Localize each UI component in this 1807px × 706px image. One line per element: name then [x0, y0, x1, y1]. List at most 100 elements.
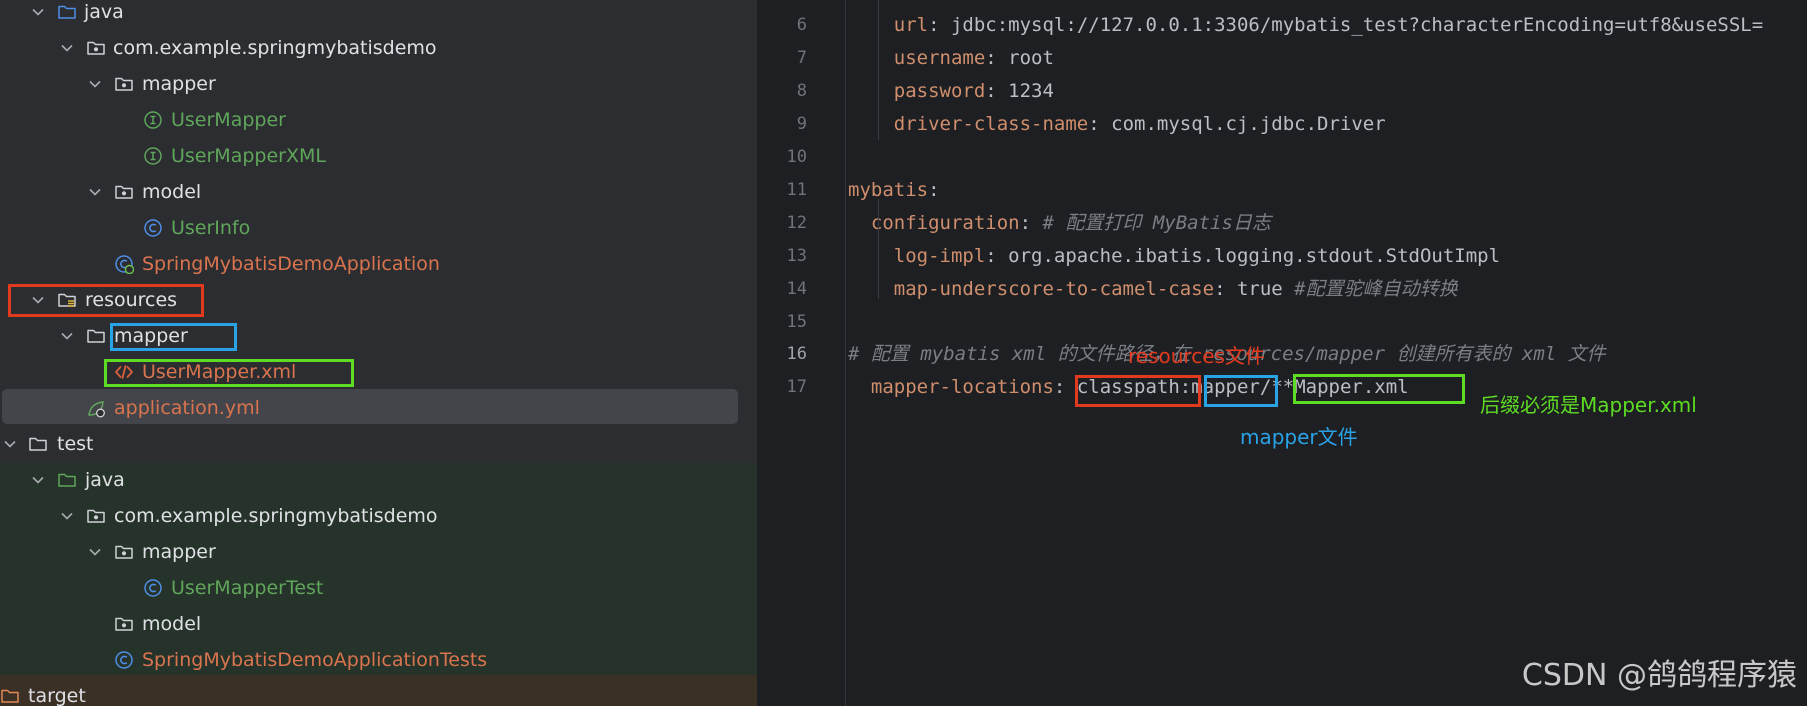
- tree-item[interactable]: application.yml: [0, 390, 757, 426]
- chevron-down-icon[interactable]: [0, 434, 20, 454]
- class-icon: [114, 650, 134, 670]
- yaml-key: mybatis: [848, 179, 929, 201]
- chevron-down-icon[interactable]: [85, 542, 105, 562]
- annotation-mapper-note: mapper文件: [1240, 425, 1358, 449]
- editor-line[interactable]: 10: [757, 141, 1807, 174]
- yaml-key: log-impl: [893, 245, 986, 267]
- chevron-down-icon[interactable]: [28, 2, 48, 22]
- code-text: configuration: # 配置打印 MyBatis日志: [870, 212, 1271, 234]
- tree-item[interactable]: model: [0, 606, 757, 642]
- tree-item[interactable]: SpringMybatisDemoApplicationTests: [0, 642, 757, 678]
- tree-item-label: java: [85, 469, 125, 491]
- annotation-resources-note: resources文件: [1128, 344, 1265, 368]
- tree-item[interactable]: model: [0, 174, 757, 210]
- yaml-key: username: [893, 47, 986, 69]
- chevron-down-icon[interactable]: [57, 506, 77, 526]
- tree-item-label: mapper: [142, 541, 216, 563]
- line-number: 10: [786, 147, 807, 167]
- tree-item[interactable]: SpringMybatisDemoApplication: [0, 246, 757, 282]
- package-icon: [114, 74, 134, 94]
- tree-item-label: SpringMybatisDemoApplicationTests: [142, 649, 488, 671]
- line-number: 6: [796, 15, 807, 35]
- editor-line[interactable]: 14 map-underscore-to-camel-case: true #配…: [757, 273, 1807, 306]
- test-folder-icon: [57, 470, 77, 490]
- editor-line[interactable]: 8 password: 1234: [757, 75, 1807, 108]
- line-number: 14: [786, 279, 807, 299]
- chevron-down-icon[interactable]: [57, 326, 77, 346]
- chevron-down-icon[interactable]: [85, 74, 105, 94]
- folder-icon: [86, 326, 106, 346]
- tree-item-label: target: [28, 685, 86, 706]
- code-text: driver-class-name: com.mysql.cj.jdbc.Dri…: [893, 113, 1386, 135]
- yaml-value: com.mysql.cj.jdbc.Driver: [1111, 113, 1386, 135]
- editor-line[interactable]: 15: [757, 306, 1807, 339]
- class-icon: [143, 218, 163, 238]
- tree-item-label: mapper: [142, 73, 216, 95]
- editor-line[interactable]: 13 log-impl: org.apache.ibatis.logging.s…: [757, 240, 1807, 273]
- tree-item[interactable]: test: [0, 426, 757, 462]
- yaml-value: true: [1236, 278, 1283, 300]
- tree-item[interactable]: target: [0, 678, 757, 706]
- line-number: 12: [786, 213, 807, 233]
- yaml-value: jdbc:mysql://127.0.0.1:3306/mybatis_test…: [950, 14, 1764, 36]
- interface-icon: [143, 146, 163, 166]
- chevron-down-icon[interactable]: [57, 38, 77, 58]
- package-icon: [86, 506, 106, 526]
- editor-line[interactable]: 7 username: root: [757, 42, 1807, 75]
- chevron-down-icon[interactable]: [85, 182, 105, 202]
- tree-item[interactable]: UserMapperXML: [0, 138, 757, 174]
- tree-item[interactable]: mapper: [0, 534, 757, 570]
- tree-item[interactable]: com.example.springmybatisdemo: [0, 30, 757, 66]
- editor-line[interactable]: 12 configuration: # 配置打印 MyBatis日志: [757, 207, 1807, 240]
- yaml-key: driver-class-name: [893, 113, 1089, 135]
- tree-item-label: SpringMybatisDemoApplication: [142, 253, 440, 275]
- source-folder-icon: [57, 2, 77, 22]
- package-icon: [86, 38, 106, 58]
- line-number: 17: [786, 377, 807, 397]
- line-number: 9: [796, 114, 807, 134]
- code-text: url: jdbc:mysql://127.0.0.1:3306/mybatis…: [893, 14, 1764, 36]
- indent-guide: [878, 0, 879, 140]
- project-tree-panel: java com.example.springmybatisdemo mapper U…: [0, 0, 757, 706]
- package-icon: [114, 182, 134, 202]
- tree-item[interactable]: mapper: [0, 66, 757, 102]
- tree-item[interactable]: UserMapperTest: [0, 570, 757, 606]
- tree-item-label: test: [57, 433, 94, 455]
- tree-item[interactable]: java: [0, 0, 757, 30]
- yaml-key: url: [893, 14, 929, 36]
- annotation-box-classpath: [1075, 375, 1201, 407]
- tree-item[interactable]: com.example.springmybatisdemo: [0, 498, 757, 534]
- watermark: CSDN @鸽鸽程序猿: [1521, 658, 1797, 693]
- line-number: 11: [786, 180, 807, 200]
- tree-item[interactable]: java: [0, 462, 757, 498]
- yaml-value: root: [1008, 47, 1054, 69]
- yaml-key: mapper-locations: [870, 376, 1054, 398]
- annotation-box-mapper-path: [1204, 375, 1278, 407]
- editor-line[interactable]: 9 driver-class-name: com.mysql.cj.jdbc.D…: [757, 108, 1807, 141]
- editor-line[interactable]: 11 mybatis:: [757, 174, 1807, 207]
- yaml-comment: #配置驼峰自动转换: [1294, 278, 1458, 300]
- chevron-down-icon[interactable]: [28, 470, 48, 490]
- yaml-value: 1234: [1008, 80, 1054, 102]
- line-number: 13: [786, 246, 807, 266]
- yaml-key: password: [893, 80, 986, 102]
- editor-line[interactable]: 6 url: jdbc:mysql://127.0.0.1:3306/mybat…: [757, 9, 1807, 42]
- code-text: map-underscore-to-camel-case: true #配置驼峰…: [893, 278, 1458, 300]
- tree-item-label: UserMapperTest: [171, 577, 324, 599]
- editor-line[interactable]: 16 # 配置 mybatis xml 的文件路径，在 resources/map…: [757, 338, 1807, 371]
- tree-item[interactable]: UserMapper: [0, 102, 757, 138]
- yaml-file-icon: [86, 398, 106, 418]
- tree-item-label: UserMapperXML: [171, 145, 326, 167]
- line-number: 15: [786, 312, 807, 332]
- tree-item-label: model: [142, 613, 202, 635]
- tree-item-label: java: [84, 1, 124, 23]
- code-text: log-impl: org.apache.ibatis.logging.stdo…: [893, 245, 1501, 267]
- tree-item[interactable]: UserInfo: [0, 210, 757, 246]
- tree-item-label: application.yml: [114, 397, 260, 419]
- interface-icon: [143, 110, 163, 130]
- tree-item-label: com.example.springmybatisdemo: [114, 505, 438, 527]
- spring-class-icon: [114, 254, 134, 274]
- annotation-box-mapper-folder: [110, 323, 237, 351]
- tree-item-label: model: [142, 181, 202, 203]
- package-icon: [114, 614, 134, 634]
